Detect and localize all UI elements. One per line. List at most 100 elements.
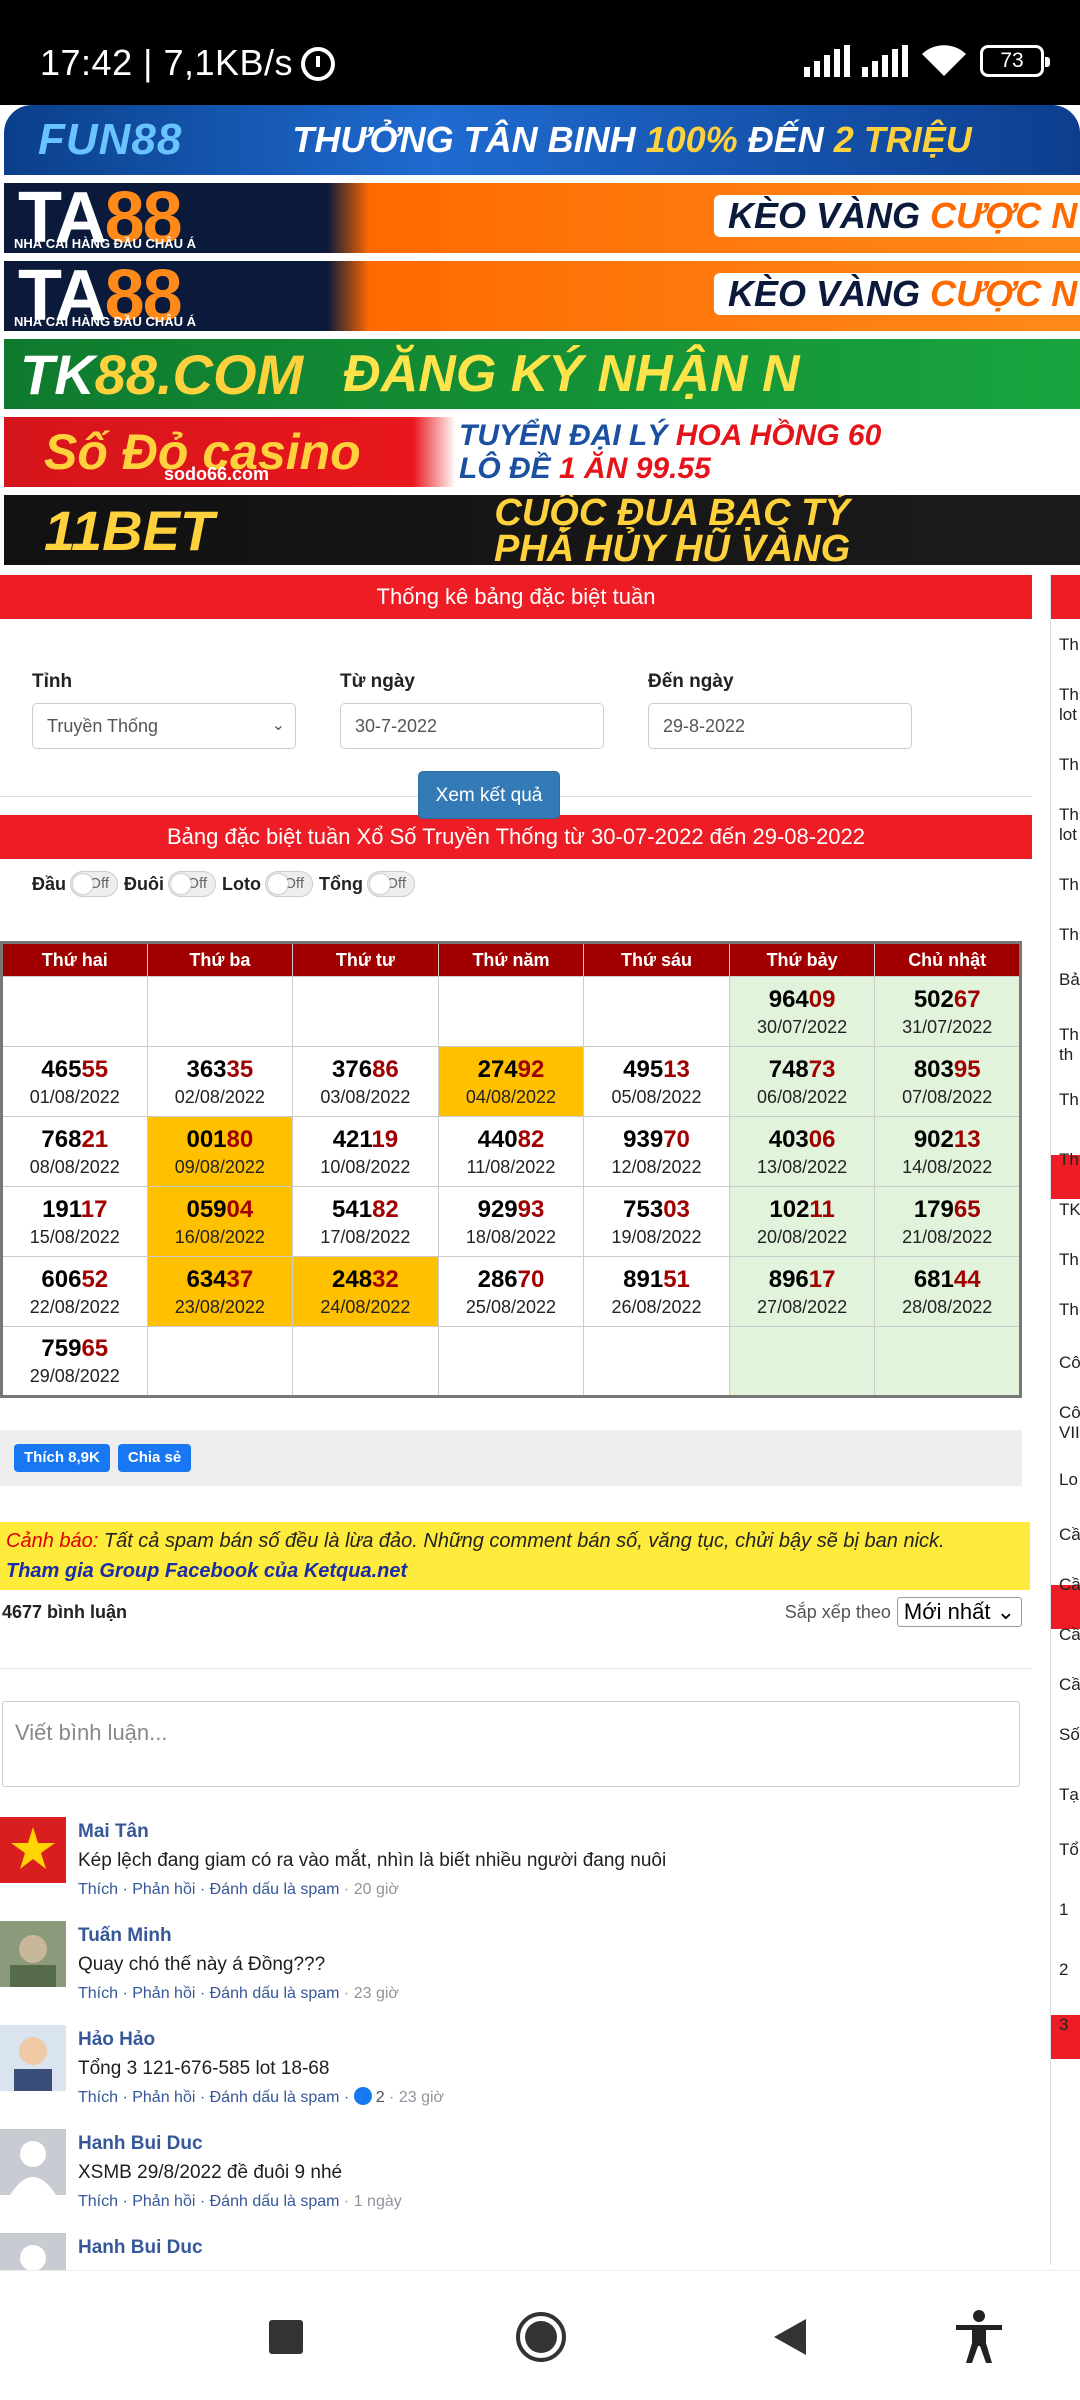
col-header: Thứ bảy [728, 942, 876, 977]
number-head: 748 [768, 1055, 809, 1083]
sidebar-item[interactable]: 1 [1059, 1900, 1080, 1920]
sidebar-item[interactable]: 3 [1059, 2015, 1080, 2035]
comment-item: Tuấn Minh Quay chó thế này á Đồng??? Thích… [0, 1921, 1032, 2025]
sidebar-item[interactable]: Tổ [1059, 1840, 1080, 1860]
toggle-tong[interactable]: Tổng Off [319, 871, 415, 897]
toggle-switch[interactable]: Off [168, 871, 217, 897]
sidebar-item[interactable]: Cô [1059, 1403, 1080, 1423]
sidebar-item[interactable]: Cầ [1059, 1575, 1080, 1595]
number-tail: 82 [372, 1195, 399, 1223]
avatar[interactable] [0, 1817, 66, 1883]
province-select[interactable]: Truyền Thống ⌄ [32, 703, 296, 749]
banner-ta88-2[interactable]: TA88 NHÀ CÁI HÀNG ĐẦU CHÂU Á KÈO VÀNG CƯ… [4, 261, 1080, 331]
comment-actions[interactable]: Thích · Phản hồi · Đánh dấu là spam [78, 2193, 339, 2210]
sidebar-item[interactable]: TK [1059, 1200, 1080, 1220]
sidebar-item[interactable]: Th [1059, 1250, 1080, 1270]
avatar[interactable] [0, 2129, 66, 2195]
recents-icon[interactable] [268, 2319, 304, 2355]
table-cell [728, 1326, 876, 1397]
toggle-switch[interactable]: Off [70, 871, 119, 897]
result-number: 54182 [293, 1195, 438, 1225]
sidebar-item[interactable]: Th [1059, 635, 1080, 655]
sidebar-item[interactable]: Th [1059, 875, 1080, 895]
sort-label: Sắp xếp theo [784, 1601, 891, 1622]
sidebar-item[interactable]: lot [1059, 705, 1080, 725]
sidebar-item[interactable]: Lo [1059, 1470, 1080, 1490]
sidebar-item[interactable]: Tạ [1059, 1785, 1080, 1805]
result-number: 92993 [439, 1195, 584, 1225]
toggle-switch[interactable]: Off [366, 871, 415, 897]
table-cell: 68144 28/08/2022 [874, 1256, 1021, 1327]
comment-author[interactable]: Mai Tân [78, 1819, 666, 1845]
number-head: 803 [913, 1055, 954, 1083]
sidebar-item[interactable]: Th [1059, 1090, 1080, 1110]
banner-fun88[interactable]: FUN88 THƯỞNG TÂN BINH 100% ĐẾN 2 TRIỆU [4, 105, 1080, 175]
result-number: 96409 [730, 985, 875, 1015]
comment-actions[interactable]: Thích · Phản hồi · Đánh dấu là spam [78, 1985, 339, 2002]
banner-tk88[interactable]: TK88.COM ĐĂNG KÝ NHẬN N [4, 339, 1080, 409]
number-tail: 06 [808, 1125, 836, 1153]
col-header: Chủ nhật [874, 942, 1021, 977]
number-tail: 55 [81, 1055, 109, 1083]
number-tail: 44 [953, 1265, 981, 1293]
table-cell: 19117 15/08/2022 [1, 1186, 148, 1257]
toggle-duoi[interactable]: Đuôi Off [124, 871, 217, 897]
number-tail: 17 [808, 1265, 836, 1293]
sort-select[interactable]: Mới nhất ⌄ [896, 1597, 1022, 1627]
sidebar-item[interactable]: Th [1059, 1025, 1080, 1045]
sidebar-item[interactable]: Cầ [1059, 1525, 1080, 1545]
sidebar-item[interactable]: Cầ [1059, 1625, 1080, 1645]
toggle-switch[interactable]: Off [265, 871, 313, 897]
sidebar-item[interactable]: Bả [1059, 970, 1080, 990]
sort-control: Sắp xếp theo Mới nhất ⌄ [785, 1597, 1022, 1627]
comment-author[interactable]: Hảo Hảo [78, 2027, 444, 2053]
table-cell: 89151 26/08/2022 [583, 1256, 730, 1327]
comment-input[interactable]: Viết bình luận... [2, 1701, 1020, 1787]
sidebar-item[interactable]: VII [1059, 1423, 1080, 1443]
fun88-text-b: 100% [645, 119, 738, 160]
home-icon[interactable] [515, 2311, 567, 2363]
avatar[interactable] [0, 2025, 66, 2091]
result-number: 89151 [584, 1265, 729, 1295]
sidebar-item[interactable]: Th [1059, 1150, 1080, 1170]
fb-share-button[interactable]: Chia sẻ [117, 1444, 192, 1472]
sidebar-item[interactable]: Th [1059, 805, 1080, 825]
banner-ta88[interactable]: TA88 NHÀ CÁI HÀNG ĐẦU CHÂU Á KÈO VÀNG CƯ… [4, 183, 1080, 253]
comment-author[interactable]: Hanh Bui Duc [78, 2235, 203, 2261]
sidebar-item[interactable]: Th [1059, 755, 1080, 775]
sidebar-item[interactable]: lot [1059, 825, 1080, 845]
sidebar-item[interactable]: 2 [1059, 1960, 1080, 1980]
comment-actions[interactable]: Thích · Phản hồi · Đánh dấu là spam · [78, 2089, 354, 2106]
sidebar-item[interactable]: th [1059, 1045, 1080, 1065]
sidebar-item[interactable]: Th [1059, 1300, 1080, 1320]
from-value: 30-7-2022 [355, 716, 438, 736]
sidebar-item[interactable]: Th [1059, 685, 1080, 705]
sidebar-item[interactable]: Cầ [1059, 1675, 1080, 1695]
fb-like-button[interactable]: Thích 8,9K [14, 1444, 110, 1472]
table-cell: 42119 10/08/2022 [292, 1116, 439, 1187]
avatar[interactable] [0, 1921, 66, 1987]
to-date-input[interactable]: 29-8-2022 [648, 703, 912, 749]
banner-11bet[interactable]: 11BET CUỘC ĐUA BẠC TỶ PHÁ HỦY HŨ VÀNG [4, 495, 1080, 565]
table-cell [292, 976, 439, 1047]
accessibility-icon[interactable] [952, 2309, 1006, 2365]
tk88-logo-a: TK [20, 342, 95, 406]
banner-sodo[interactable]: Số Đỏ casino sodo66.com TUYỂN ĐẠI LÝ HOA… [4, 417, 1080, 487]
back-icon[interactable] [770, 2317, 810, 2357]
from-date-input[interactable]: 30-7-2022 [340, 703, 604, 749]
toggle-dau[interactable]: Đầu Off [32, 871, 119, 897]
fb-group-link[interactable]: Tham gia Group Facebook của Ketqua.net [6, 1560, 407, 1582]
comment-author[interactable]: Hanh Bui Duc [78, 2131, 402, 2157]
result-date: 24/08/2022 [320, 1296, 411, 1317]
sidebar-item[interactable]: Số [1059, 1725, 1080, 1745]
result-number: 24832 [293, 1265, 438, 1295]
submit-button[interactable]: Xem kết quả [418, 771, 560, 819]
results-panel: Bảng đặc biệt tuần Xổ Số Truyền Thống từ… [0, 815, 1032, 2337]
toggle-loto[interactable]: Loto Off [222, 871, 313, 897]
sidebar-item[interactable]: Th [1059, 925, 1080, 945]
toggle-label: Đuôi [124, 873, 165, 894]
comment-author[interactable]: Tuấn Minh [78, 1923, 399, 1949]
comment-actions[interactable]: Thích · Phản hồi · Đánh dấu là spam [78, 1881, 339, 1898]
sidebar-item[interactable]: Cô [1059, 1353, 1080, 1373]
result-number: 50267 [875, 985, 1019, 1015]
